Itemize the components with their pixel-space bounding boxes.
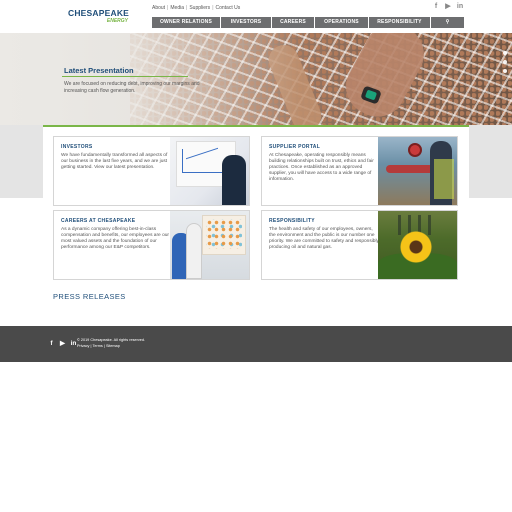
card-image-investors[interactable] bbox=[170, 137, 249, 205]
logo-wordmark: CHESAPEAKE bbox=[68, 8, 130, 18]
facebook-icon[interactable]: f bbox=[48, 340, 55, 348]
nav-operations[interactable]: OPERATIONS bbox=[315, 17, 369, 28]
header-social: f ▶ in bbox=[432, 3, 464, 11]
chesapeake-logo[interactable]: CHESAPEAKE ENERGY bbox=[68, 9, 134, 27]
hero-title-underline bbox=[62, 76, 188, 77]
util-link-contact[interactable]: Contact Us bbox=[216, 5, 241, 11]
card-careers[interactable]: CAREERS AT CHESAPEAKE As a dynamic compa… bbox=[53, 210, 250, 280]
card-image-responsibility[interactable] bbox=[378, 211, 457, 279]
site-footer: f ▶ in © 2019 Chesapeake. All rights res… bbox=[0, 326, 512, 362]
card-title[interactable]: CAREERS AT CHESAPEAKE bbox=[61, 218, 171, 224]
facebook-icon[interactable]: f bbox=[432, 3, 440, 11]
youtube-icon[interactable]: ▶ bbox=[59, 340, 66, 348]
main-nav: OWNER RELATIONS INVESTORS CAREERS OPERAT… bbox=[152, 17, 464, 28]
site-header: CHESAPEAKE ENERGY About | Media | Suppliers |… bbox=[0, 0, 512, 33]
card-image-careers[interactable] bbox=[170, 211, 249, 279]
util-link-suppliers[interactable]: Suppliers bbox=[189, 5, 210, 11]
card-image-supplier[interactable] bbox=[378, 137, 457, 205]
press-releases-heading[interactable]: PRESS RELEASES bbox=[53, 292, 126, 301]
slider-dot[interactable] bbox=[503, 69, 507, 73]
card-supplier-portal[interactable]: SUPPLIER PORTAL At Chesapeake, operating… bbox=[261, 136, 458, 206]
nav-owner-relations[interactable]: OWNER RELATIONS bbox=[152, 17, 221, 28]
card-body: We have fundamentally transformed all as… bbox=[61, 153, 168, 170]
footer-link-sitemap[interactable]: Sitemap bbox=[106, 344, 120, 348]
card-title[interactable]: RESPONSIBILITY bbox=[269, 218, 379, 224]
footer-link-terms[interactable]: Terms bbox=[93, 344, 103, 348]
util-link-media[interactable]: Media bbox=[170, 5, 184, 11]
card-body: At Chesapeake, operating responsibly mea… bbox=[269, 153, 374, 182]
util-link-about[interactable]: About bbox=[152, 5, 165, 11]
nav-careers[interactable]: CAREERS bbox=[272, 17, 315, 28]
utility-nav: About | Media | Suppliers | Contact Us bbox=[152, 5, 240, 11]
card-responsibility[interactable]: RESPONSIBILITY The health and safety of … bbox=[261, 210, 458, 280]
card-title[interactable]: SUPPLIER PORTAL bbox=[269, 144, 379, 150]
card-investors[interactable]: INVESTORS We have fundamentally transfor… bbox=[53, 136, 250, 206]
footer-link-privacy[interactable]: Privacy bbox=[77, 344, 89, 348]
logo-subtitle: ENERGY bbox=[106, 18, 128, 24]
search-icon[interactable]: ⚲ bbox=[431, 17, 464, 28]
youtube-icon[interactable]: ▶ bbox=[444, 3, 452, 11]
hero-banner[interactable]: Latest Presentation We are focused on re… bbox=[0, 33, 512, 125]
card-body: As a dynamic company offering best-in-cl… bbox=[61, 227, 169, 250]
slider-dot[interactable] bbox=[503, 51, 507, 55]
util-separator: | bbox=[167, 5, 169, 11]
nav-investors[interactable]: INVESTORS bbox=[221, 17, 272, 28]
hero-title[interactable]: Latest Presentation bbox=[64, 66, 134, 75]
card-body: The health and safety of our employees, … bbox=[269, 227, 379, 250]
hero-text: We are focused on reducing debt, improvi… bbox=[64, 81, 200, 94]
util-separator: | bbox=[212, 5, 214, 11]
slider-dot[interactable] bbox=[503, 60, 507, 64]
hero-fade-overlay bbox=[0, 33, 300, 125]
feature-cards: INVESTORS We have fundamentally transfor… bbox=[43, 125, 469, 290]
card-title[interactable]: INVESTORS bbox=[61, 144, 171, 150]
slider-dots bbox=[503, 51, 507, 73]
nav-responsibility[interactable]: RESPONSIBILITY bbox=[369, 17, 431, 28]
footer-social: f ▶ in bbox=[48, 340, 77, 348]
linkedin-icon[interactable]: in bbox=[456, 3, 464, 11]
footer-copyright-block: © 2019 Chesapeake. All rights reserved. … bbox=[77, 338, 145, 349]
util-separator: | bbox=[186, 5, 188, 11]
linkedin-icon[interactable]: in bbox=[70, 340, 77, 348]
